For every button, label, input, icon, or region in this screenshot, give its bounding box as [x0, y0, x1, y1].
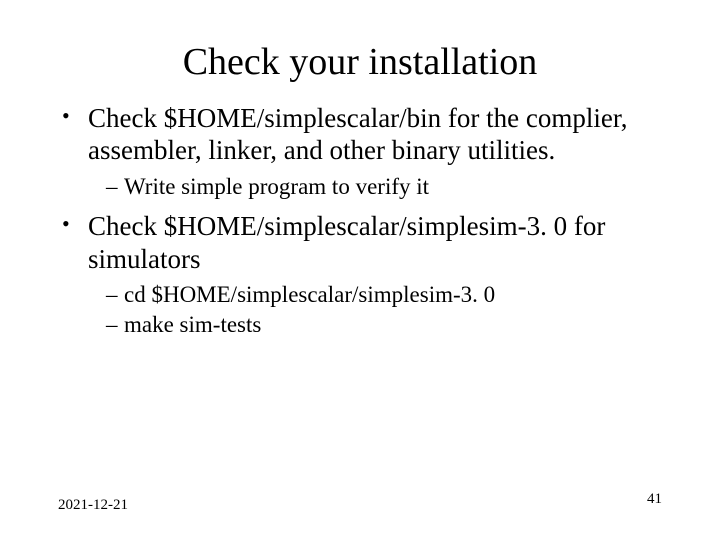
sub-item: cd $HOME/simplescalar/simplesim-3. 0	[106, 281, 670, 309]
slide-title: Check your installation	[0, 0, 720, 102]
sub-item: make sim-tests	[106, 311, 670, 339]
bullet-text: Check $HOME/simplescalar/bin for the com…	[88, 103, 628, 165]
bullet-item: Check $HOME/simplescalar/simplesim-3. 0 …	[60, 210, 670, 338]
page-number: 41	[647, 491, 662, 508]
sub-text: make sim-tests	[124, 312, 261, 337]
bullet-list: Check $HOME/simplescalar/bin for the com…	[60, 102, 670, 338]
slide-body: Check $HOME/simplescalar/bin for the com…	[0, 102, 720, 338]
sub-list: cd $HOME/simplescalar/simplesim-3. 0 mak…	[88, 281, 670, 338]
sub-item: Write simple program to verify it	[106, 173, 670, 201]
sub-list: Write simple program to verify it	[88, 173, 670, 201]
sub-text: Write simple program to verify it	[124, 174, 429, 199]
slide: Check your installation Check $HOME/simp…	[0, 0, 720, 540]
bullet-item: Check $HOME/simplescalar/bin for the com…	[60, 102, 670, 200]
sub-text: cd $HOME/simplescalar/simplesim-3. 0	[124, 282, 495, 307]
footer-date: 2021-12-21	[58, 497, 128, 514]
bullet-text: Check $HOME/simplescalar/simplesim-3. 0 …	[88, 211, 605, 273]
